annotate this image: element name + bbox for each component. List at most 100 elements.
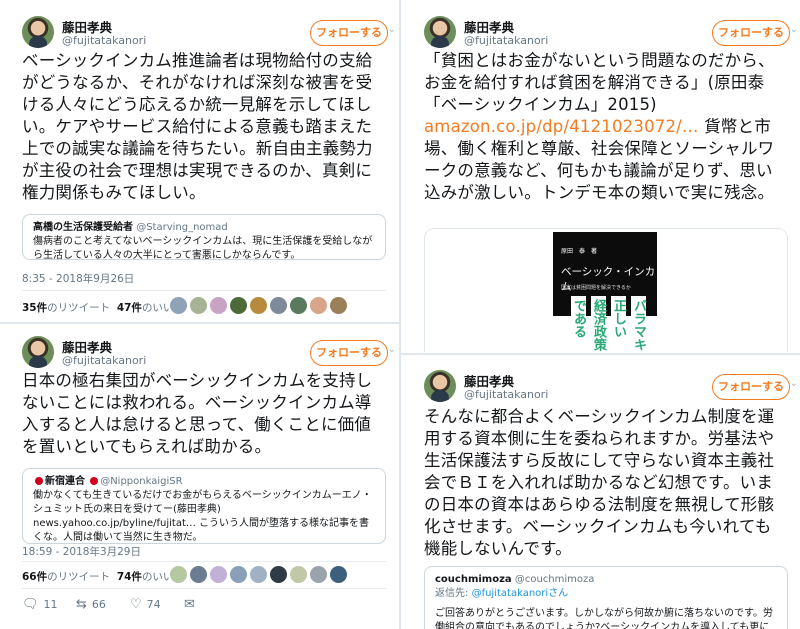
avatar[interactable] (250, 297, 267, 314)
avatar[interactable] (22, 336, 54, 368)
book-slogan-line: 経済政策 (591, 296, 606, 351)
stats-separator (22, 561, 386, 562)
tweet-card: 藤田孝典 @fujitatakanori フォローする ⌄ ベーシックインカム推… (0, 0, 398, 322)
book-cover: 原田 泰 著 ベーシック・インカム 国家は貧困問題を解決できるか バラマキ 正し… (553, 232, 657, 352)
reply-button[interactable]: 🗨 11 (22, 597, 76, 612)
retweet-count-label: のリツイート (47, 302, 111, 314)
avatar[interactable] (330, 566, 347, 583)
reply-to-prefix: 返信先: (435, 588, 472, 599)
quoted-user-handle: @NipponkaigiSR (100, 476, 183, 487)
reply-to-handle[interactable]: @fujitatakanoriさん (472, 588, 569, 599)
avatar[interactable] (170, 297, 187, 314)
avatar[interactable] (190, 297, 207, 314)
tweet-text: 「貧困とはお金がないという問題なのだから、お金を給付すれば貧困を解消できる」(原… (424, 50, 788, 204)
tweet-header: 藤田孝典 @fujitatakanori フォローする ⌄ (22, 16, 396, 50)
user-handle[interactable]: @fujitatakanori (464, 34, 548, 47)
like-button[interactable]: ♡ 74 (130, 597, 184, 612)
avatar[interactable] (230, 297, 247, 314)
reply-icon: 🗨 (22, 597, 39, 612)
follow-button[interactable]: フォローする (712, 374, 790, 400)
reply-user-name: couchmimoza (435, 574, 512, 585)
chevron-down-icon[interactable]: ⌄ (790, 24, 798, 35)
tweet-text: 日本の極右集団がベーシックインカムを支持しないことには救われる。ベーシックインカ… (22, 371, 373, 456)
follow-button[interactable]: フォローする (310, 340, 388, 366)
avatar[interactable] (290, 297, 307, 314)
tweet-stats: 66件のリツイート 74件のいいね (22, 569, 184, 584)
actions-separator (22, 588, 386, 589)
tweet-card: 藤田孝典 @fujitatakanori フォローする ⌄ 「貧困とはお金がない… (402, 0, 800, 352)
retweet-icon: ⇆ (76, 597, 87, 612)
tweet-text: そんなに都合よくベーシックインカム制度を運用する資本側に生を委ねられますか。労基… (424, 407, 775, 558)
row-divider-right (401, 353, 800, 355)
retweet-count[interactable]: 66件 (22, 571, 47, 583)
like-action-count: 74 (146, 598, 161, 611)
dm-button[interactable]: ✉ (184, 597, 238, 612)
avatar[interactable] (310, 566, 327, 583)
flag-icon (90, 477, 99, 485)
quoted-user-name: 新宿連合 (45, 476, 85, 487)
chevron-down-icon[interactable]: ⌄ (388, 24, 396, 35)
quoted-reply[interactable]: couchmimoza @couchmimoza 返信先: @fujitatak… (424, 566, 788, 629)
book-slogan-line: バラマキ (631, 296, 646, 351)
avatar[interactable] (330, 297, 347, 314)
quoted-user-handle: @Starving_nomad (136, 222, 228, 233)
tweet-card: 藤田孝典 @fujitatakanori フォローする ⌄ そんなに都合よくベー… (402, 356, 800, 629)
chevron-down-icon[interactable]: ⌄ (388, 344, 396, 355)
retweet-action-count: 66 (91, 598, 106, 611)
avatar[interactable] (270, 297, 287, 314)
tweet-text: ベーシックインカム推進論者は現物給付の支給がどうなるか、それがなければ深刻な被害… (22, 51, 373, 202)
reply-text: ご回答ありがとうございます。しかしながら何故か腑に落ちないのです。労働組合の意向… (435, 608, 773, 629)
book-author: 原田 泰 著 (561, 248, 598, 255)
user-handle[interactable]: @fujitatakanori (62, 34, 146, 47)
tweet-link[interactable]: amazon.co.jp/dp/4121023072/… (424, 117, 699, 136)
heart-icon: ♡ (130, 597, 142, 612)
stats-separator (22, 290, 386, 291)
tweet-timestamp[interactable]: 18:59 - 2018年3月29日 (22, 544, 141, 559)
like-count[interactable]: 47件 (117, 302, 142, 314)
avatar[interactable] (170, 566, 187, 583)
link-card[interactable]: 原田 泰 著 ベーシック・インカム 国家は貧困問題を解決できるか バラマキ 正し… (424, 228, 788, 352)
avatar[interactable] (290, 566, 307, 583)
avatar[interactable] (250, 566, 267, 583)
tweet-header: 藤田孝典 @fujitatakanori フォローする ⌄ (22, 336, 396, 370)
retweet-count[interactable]: 35件 (22, 302, 47, 314)
avatar[interactable] (270, 566, 287, 583)
quoted-tweet[interactable]: 高橋の生活保護受給者 @Starving_nomad 傷病者のこと考えてないベー… (22, 214, 386, 261)
avatar[interactable] (210, 566, 227, 583)
avatar[interactable] (230, 566, 247, 583)
quoted-tweet[interactable]: 新宿連合 @NipponkaigiSR 働かなくても生きているだけでお金がもらえ… (22, 468, 386, 544)
quoted-tweet-text: 傷病者のこと考えてないベーシックインカムは、現に生活保護を受給しながら生活してい… (33, 236, 373, 261)
tweet-header: 藤田孝典 @fujitatakanori フォローする ⌄ (424, 370, 798, 404)
liker-avatars (170, 566, 347, 583)
liker-avatars (170, 297, 347, 314)
tweet-card: 藤田孝典 @fujitatakanori フォローする ⌄ 日本の極右集団がベー… (0, 324, 398, 629)
reply-user-handle: @couchmimoza (514, 574, 595, 585)
avatar[interactable] (190, 566, 207, 583)
avatar[interactable] (424, 16, 456, 48)
avatar[interactable] (22, 16, 54, 48)
tweet-timestamp[interactable]: 8:35 - 2018年9月26日 (22, 271, 134, 286)
like-count[interactable]: 74件 (117, 571, 142, 583)
chevron-down-icon[interactable]: ⌄ (790, 378, 798, 389)
column-divider (399, 0, 401, 629)
follow-button[interactable]: フォローする (310, 20, 388, 46)
quoted-user-name: 高橋の生活保護受給者 (33, 222, 133, 233)
retweet-count-label: のリツイート (47, 571, 111, 583)
reply-count: 11 (43, 598, 58, 611)
tweet-stats: 35件のリツイート 47件のいいね (22, 300, 184, 315)
user-handle[interactable]: @fujitatakanori (62, 354, 146, 367)
book-slogan-line: 正しい (611, 296, 626, 338)
book-slogan-line: である (571, 296, 586, 338)
avatar[interactable] (310, 297, 327, 314)
follow-button[interactable]: フォローする (712, 20, 790, 46)
book-subtitle: 国家は貧困問題を解決できるか (561, 285, 631, 291)
retweet-button[interactable]: ⇆ 66 (76, 597, 130, 612)
avatar[interactable] (210, 297, 227, 314)
message-icon: ✉ (184, 597, 195, 612)
quoted-tweet-text: 働かなくても生きているだけでお金がもらえるベーシックインカムーエノ・シュミット氏… (33, 490, 372, 543)
tweet-text-part: 「貧困とはお金がないという問題なのだから、お金を給付すれば貧困を解消できる」(原… (424, 51, 775, 114)
avatar[interactable] (424, 370, 456, 402)
tweet-actions: 🗨 11 ⇆ 66 ♡ 74 ✉ (22, 597, 238, 612)
tweet-header: 藤田孝典 @fujitatakanori フォローする ⌄ (424, 16, 798, 50)
user-handle[interactable]: @fujitatakanori (464, 388, 548, 401)
